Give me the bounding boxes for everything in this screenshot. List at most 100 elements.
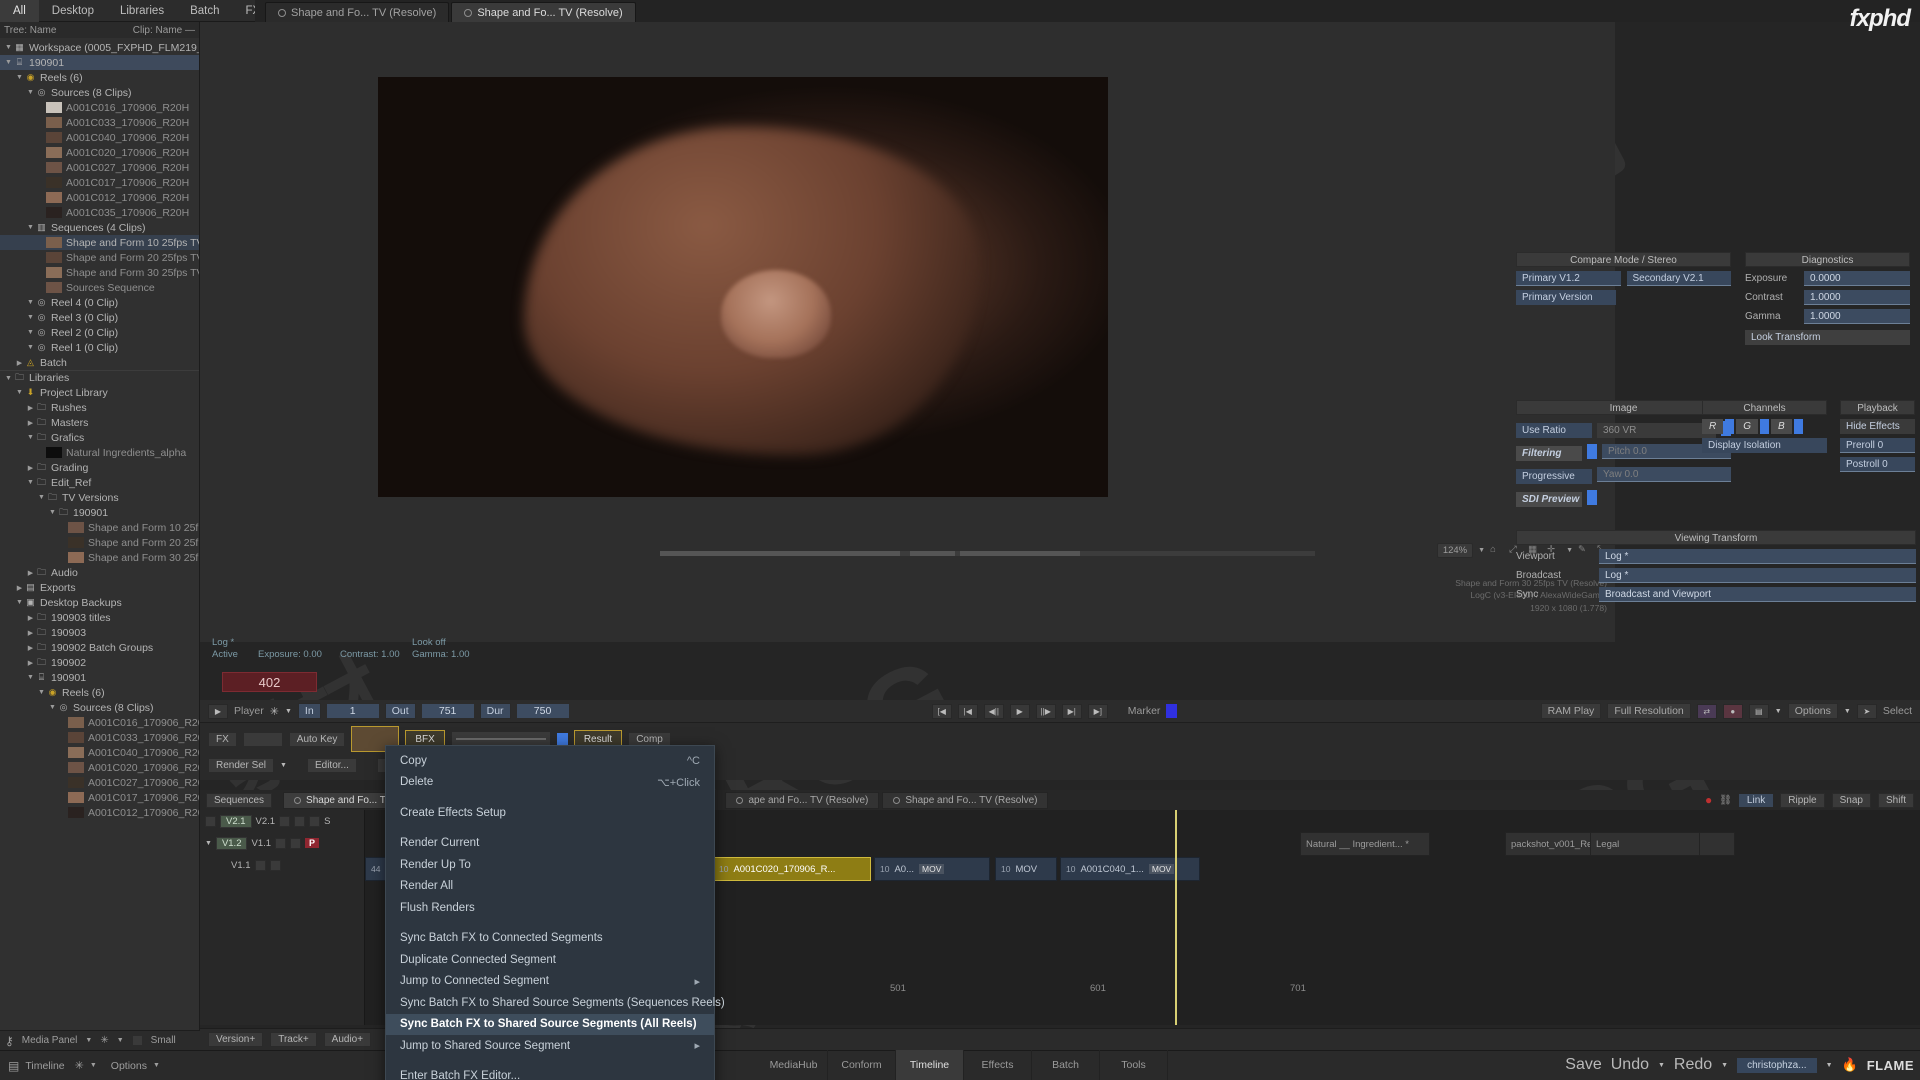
tree-item[interactable]: ▼ ◎ Reel 2 (0 Clip) <box>0 325 199 340</box>
tree-item[interactable]: ▶ 🗀 190903 titles <box>0 610 199 625</box>
menu-item-all[interactable]: All <box>0 0 39 22</box>
timeline-tab-2[interactable]: ape and Fo... TV (Resolve) <box>725 791 880 809</box>
context-menu-item[interactable]: Copy ^C <box>386 750 714 772</box>
menu-item-libraries[interactable]: Libraries <box>107 0 177 22</box>
chevron-down-icon[interactable]: ▼ <box>4 44 13 51</box>
track-headers[interactable]: V2.1 V2.1 S ▼ V1.2 V1.1 P V1.1 <box>200 810 365 1025</box>
chevron-down-icon[interactable]: ▼ <box>1478 547 1485 554</box>
user-chip[interactable]: christophza... <box>1737 1057 1817 1073</box>
tree-item[interactable]: A001C020_170906_R20H <box>0 145 199 160</box>
progressive-row[interactable]: Progressive Yaw 0.0 <box>1516 465 1731 484</box>
chevron-down-icon[interactable]: ▼ <box>15 599 24 606</box>
chevron-right-icon[interactable]: ▶ <box>26 464 35 472</box>
broadcast-value[interactable]: Log * <box>1599 568 1916 583</box>
mode-tab-timeline[interactable]: Timeline <box>896 1050 964 1080</box>
chevron-down-icon[interactable]: ▼ <box>205 840 212 847</box>
sdi-preview-row[interactable]: SDI Preview <box>1516 488 1731 507</box>
link-button[interactable]: Link <box>1738 793 1774 807</box>
track-sub-lock-icon[interactable] <box>254 859 266 871</box>
context-menu-item[interactable]: Render Up To <box>386 854 714 876</box>
audio-add-button[interactable]: Audio+ <box>323 1032 372 1047</box>
tree-item[interactable]: ▶ 🗀 Audio <box>0 565 199 580</box>
filtering-row[interactable]: Filtering Pitch 0.0 <box>1516 442 1731 461</box>
viewer-scrub-bar[interactable] <box>660 551 1315 556</box>
tree-item[interactable]: Shape and Form 20 25fps TV ( <box>0 250 199 265</box>
diagnostics-row-contrast[interactable]: Contrast 1.0000 <box>1745 290 1910 305</box>
context-menu-item[interactable]: Enter Batch FX Editor... <box>386 1066 714 1080</box>
tree-item[interactable]: ▶ 🗀 190903 <box>0 625 199 640</box>
tree-item[interactable]: ▼ ⬇ Project Library <box>0 385 199 400</box>
yaw-value[interactable]: Yaw 0.0 <box>1597 467 1731 482</box>
tree-item[interactable]: A001C016_170906_R20 <box>0 715 199 730</box>
fx-slot-button[interactable] <box>242 731 283 747</box>
context-menu-item[interactable]: Create Effects Setup <box>386 802 714 824</box>
chevron-down-icon[interactable]: ▼ <box>48 704 57 711</box>
tree-item[interactable]: Shape and Form 20 25fp <box>0 535 199 550</box>
chevron-down-icon[interactable]: ▼ <box>26 224 35 231</box>
track-lock-icon-2[interactable] <box>275 837 287 849</box>
in-value[interactable]: 1 <box>326 704 379 718</box>
chevron-down-icon[interactable]: ▼ <box>48 509 57 516</box>
secondary-version-button[interactable]: Secondary V2.1 <box>1626 271 1731 286</box>
tree-item[interactable]: Sources Sequence <box>0 280 199 295</box>
tree-item[interactable]: A001C016_170906_R20H <box>0 100 199 115</box>
menu-item-batch[interactable]: Batch <box>177 0 232 22</box>
gear-icon[interactable]: ✳ <box>75 1059 84 1072</box>
layers-icon[interactable]: ▤ <box>1748 703 1769 719</box>
sdi-preview-button[interactable]: SDI Preview <box>1516 492 1582 507</box>
channel-r-button[interactable]: R <box>1702 419 1724 434</box>
progressive-button[interactable]: Progressive <box>1516 469 1592 484</box>
tree-item[interactable]: ▼ ◎ Sources (8 Clips) <box>0 700 199 715</box>
player-transport-bar[interactable]: ▶ Player ✳ ▼ In 1 Out 751 Dur 750 [◀ |◀ … <box>200 700 1920 722</box>
main-menubar[interactable]: All Desktop Libraries Batch FX <box>0 0 260 22</box>
gear-icon[interactable]: ✳ <box>270 705 279 718</box>
ram-play-button[interactable]: RAM Play <box>1540 703 1602 719</box>
record-icon[interactable]: ● <box>1722 703 1743 719</box>
step-forward-icon[interactable]: ||▶ <box>1035 703 1056 719</box>
tree-item[interactable]: ▼ ▥ Sequences (4 Clips) <box>0 220 199 235</box>
track-mute-icon-2[interactable] <box>290 837 302 849</box>
playhead[interactable] <box>1175 810 1177 1025</box>
channel-b-button[interactable]: B <box>1771 419 1792 434</box>
context-menu[interactable]: Copy ^C Delete ⌥+Click Create Effects Setup R… <box>385 745 725 1080</box>
viewer-tabstrip[interactable]: Shape and Fo... TV (Resolve) Shape and F… <box>255 0 1920 22</box>
list-view-icon[interactable] <box>131 1035 143 1046</box>
sequences-button[interactable]: Sequences <box>206 792 273 808</box>
context-menu-item[interactable]: Delete ⌥+Click <box>386 772 714 794</box>
broadcast-row[interactable]: Broadcast Log * <box>1516 568 1916 583</box>
channel-g-button[interactable]: G <box>1736 419 1759 434</box>
look-transform-button[interactable]: Look Transform <box>1745 330 1910 345</box>
timeline-controls[interactable]: ● ⛓ Link Ripple Snap Shift <box>1705 792 1914 808</box>
zoom-level-field[interactable]: 124% <box>1436 543 1474 558</box>
chevron-down-icon[interactable]: ▼ <box>15 389 24 396</box>
editor-button[interactable]: Editor... <box>306 758 357 773</box>
options-button[interactable]: Options <box>1787 703 1838 719</box>
track-lock-icon[interactable] <box>279 815 291 827</box>
tree-item[interactable]: A001C035_170906_R20H <box>0 205 199 220</box>
chevron-down-icon[interactable]: ▼ <box>285 708 292 715</box>
tree-item[interactable]: ▼ 🗀 Libraries <box>0 370 199 385</box>
viewport-row[interactable]: Viewport Log * <box>1516 549 1916 564</box>
sync-value[interactable]: Broadcast and Viewport <box>1599 587 1916 602</box>
redo-button[interactable]: Redo <box>1674 1056 1712 1074</box>
marker-color-swatch[interactable] <box>1166 704 1178 718</box>
tree-item[interactable]: A001C033_170906_R20 <box>0 730 199 745</box>
fx-toggle[interactable] <box>556 733 568 745</box>
tree-item[interactable]: A001C017_170906_R20H <box>0 175 199 190</box>
exposure-value[interactable]: 0.0000 <box>1804 271 1910 286</box>
use-ratio-button[interactable]: Use Ratio <box>1516 423 1592 438</box>
chevron-right-icon[interactable]: ▶ <box>15 584 24 592</box>
previous-icon[interactable]: |◀ <box>957 703 978 719</box>
tree-item[interactable]: Shape and Form 30 25fps TV ( <box>0 265 199 280</box>
chevron-down-icon[interactable]: ▼ <box>15 74 24 81</box>
filtering-button[interactable]: Filtering <box>1516 446 1582 461</box>
track-row-v2[interactable]: V2.1 V2.1 S <box>200 810 364 832</box>
mode-tab-conform[interactable]: Conform <box>828 1050 896 1080</box>
tree-item[interactable]: Shape and Form 10 25fps TV ( <box>0 235 199 250</box>
ripple-button[interactable]: Ripple <box>1780 792 1825 808</box>
chevron-down-icon[interactable]: ▼ <box>26 89 35 96</box>
timeline-clip[interactable]: Natural __ Ingredient... * <box>1300 832 1430 856</box>
channel-r-toggle[interactable] <box>1725 419 1735 434</box>
tree-item[interactable]: ▶ 🗀 190902 Batch Groups <box>0 640 199 655</box>
chevron-down-icon[interactable]: ▼ <box>26 674 35 681</box>
